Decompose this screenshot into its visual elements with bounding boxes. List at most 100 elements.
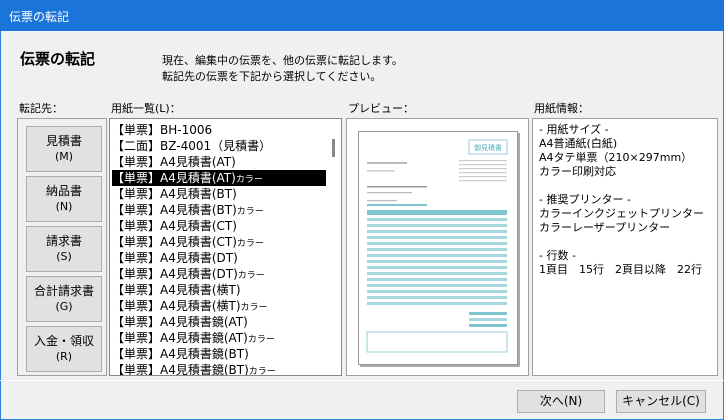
paper-list[interactable]: 【単票】BH-1006 【二面】BZ-4001（見積書） 【単票】A4見積書(A… bbox=[109, 118, 342, 376]
info-line: カラーインクジェットプリンター bbox=[539, 207, 704, 220]
info-line: A4タテ単票（210×297mm） bbox=[539, 151, 693, 164]
info-line: 1頁目 15行 2頁目以降 22行 bbox=[539, 263, 702, 276]
list-item-text: 【単票】A4見積書(DT) bbox=[112, 251, 238, 265]
list-item[interactable]: 【単票】A4見積書(BT) bbox=[112, 186, 327, 202]
preview-text-line bbox=[459, 164, 507, 166]
paper-list-label: 用紙一覧(L)： bbox=[111, 102, 181, 115]
list-item-text: 【単票】A4見積書(BT) bbox=[112, 187, 237, 201]
preview-row bbox=[367, 242, 507, 245]
window-title: 伝票の転記 bbox=[9, 10, 70, 24]
preview-subtotal bbox=[469, 312, 507, 315]
list-scrollbar[interactable] bbox=[326, 119, 341, 375]
list-item-color-tag: カラー bbox=[236, 239, 264, 249]
preview-row bbox=[367, 260, 507, 263]
next-button[interactable]: 次へ(N) bbox=[517, 390, 605, 413]
list-item-text: 【単票】A4見積書(CT) bbox=[112, 235, 237, 249]
preview-tax bbox=[469, 318, 507, 321]
list-item[interactable]: 【単票】A4見積書(DT)カラー bbox=[112, 266, 327, 282]
destination-total-invoice-label: 合計請求書 bbox=[33, 284, 94, 298]
info-line: カラー印刷対応 bbox=[539, 165, 616, 178]
preview-row bbox=[367, 218, 507, 221]
paper-info-panel: - 用紙サイズ - A4普通紙(白紙) A4タテ単票（210×297mm） カラ… bbox=[532, 118, 718, 376]
preview-doc-title: 御見積書 bbox=[474, 143, 502, 152]
preview-row bbox=[367, 266, 507, 269]
preview-notes-box bbox=[366, 331, 508, 353]
list-item[interactable]: 【単票】BH-1006 bbox=[112, 122, 327, 138]
list-item[interactable]: 【単票】A4見積書(DT) bbox=[112, 250, 327, 266]
preview-row bbox=[367, 236, 507, 239]
list-item[interactable]: 【単票】A4見積書(横T) bbox=[112, 282, 327, 298]
destination-invoice-accel: (S) bbox=[56, 250, 72, 263]
preview-panel: 御見積書 bbox=[346, 118, 529, 376]
list-item[interactable]: 【単票】A4見積書鏡(AT) bbox=[112, 314, 327, 330]
preview-text-line bbox=[367, 170, 395, 172]
destination-panel: 見積書 (M) 納品書 (N) 請求書 (S) 合計請求書 (G) 入金・領収 … bbox=[17, 118, 107, 376]
list-item-text: 【単票】A4見積書(CT) bbox=[112, 219, 237, 233]
list-item-color-tag: カラー bbox=[236, 207, 264, 217]
cancel-button[interactable]: キャンセル(C) bbox=[616, 390, 706, 413]
list-item-text: 【単票】A4見積書鏡(BT) bbox=[112, 363, 249, 376]
preview-document-image: 御見積書 bbox=[366, 139, 508, 353]
info-line: - 用紙サイズ - bbox=[539, 123, 609, 136]
destination-receipt-label: 入金・領収 bbox=[33, 334, 94, 348]
destination-total-invoice-button[interactable]: 合計請求書 (G) bbox=[26, 276, 102, 322]
list-item[interactable]: 【単票】A4見積書(CT)カラー bbox=[112, 234, 327, 250]
preview-row bbox=[367, 248, 507, 251]
preview-client-line bbox=[367, 162, 407, 164]
list-item-text: 【単票】A4見積書鏡(AT) bbox=[112, 331, 248, 345]
preview-row bbox=[367, 290, 507, 293]
destination-estimate-label: 見積書 bbox=[45, 134, 82, 148]
preview-row bbox=[367, 278, 507, 281]
dialog-heading: 伝票の転記 bbox=[20, 50, 96, 68]
list-item[interactable]: 【単票】A4見積書鏡(AT)カラー bbox=[112, 330, 327, 346]
info-line: A4普通紙(白紙) bbox=[539, 137, 618, 150]
list-item-color-tag: カラー bbox=[237, 271, 265, 281]
destination-delivery-button[interactable]: 納品書 (N) bbox=[26, 176, 102, 222]
preview-total bbox=[469, 324, 507, 327]
list-item-text: 【単票】BH-1006 bbox=[112, 123, 213, 137]
list-item-selected[interactable]: 【単票】A4見積書(AT)カラー bbox=[112, 170, 327, 186]
list-item[interactable]: 【単票】A4見積書(CT) bbox=[112, 218, 327, 234]
list-item-text: 【単票】A4見積書(AT) bbox=[112, 155, 236, 169]
destination-total-invoice-accel: (G) bbox=[55, 300, 73, 313]
preview-label: プレビュー： bbox=[348, 102, 414, 115]
list-item[interactable]: 【単票】A4見積書(BT)カラー bbox=[112, 202, 327, 218]
preview-row bbox=[367, 224, 507, 227]
list-item[interactable]: 【単票】A4見積書鏡(BT) bbox=[112, 346, 327, 362]
list-item-color-tag: カラー bbox=[235, 175, 263, 185]
info-line bbox=[539, 235, 711, 249]
preview-row bbox=[367, 272, 507, 275]
list-item[interactable]: 【二面】BZ-4001（見積書） bbox=[112, 138, 327, 154]
description-line-1: 現在、編集中の伝票を、他の伝票に転記します。 bbox=[162, 54, 403, 67]
list-item-color-tag: カラー bbox=[247, 335, 275, 345]
preview-total-bar bbox=[367, 204, 427, 206]
preview-text-line bbox=[459, 160, 507, 162]
info-line: - 推奨プリンター - bbox=[539, 193, 631, 206]
scrollbar-thumb[interactable] bbox=[332, 139, 335, 157]
info-line: カラーレーザープリンター bbox=[539, 221, 671, 234]
list-item-text: 【単票】A4見積書鏡(AT) bbox=[112, 315, 248, 329]
list-item-color-tag: カラー bbox=[248, 367, 276, 376]
list-item-text: 【単票】A4見積書(AT) bbox=[112, 171, 236, 185]
destination-invoice-label: 請求書 bbox=[45, 234, 82, 248]
destination-invoice-button[interactable]: 請求書 (S) bbox=[26, 226, 102, 272]
list-item-text: 【二面】BZ-4001（見積書） bbox=[112, 139, 272, 153]
preview-text-line bbox=[459, 172, 507, 174]
info-line: - 行数 - bbox=[539, 249, 576, 262]
list-item[interactable]: 【単票】A4見積書(横T)カラー bbox=[112, 298, 327, 314]
preview-text-line bbox=[459, 176, 507, 178]
destination-delivery-accel: (N) bbox=[55, 200, 73, 213]
destination-receipt-button[interactable]: 入金・領収 (R) bbox=[26, 326, 102, 372]
preview-row bbox=[367, 284, 507, 287]
preview-text-line bbox=[367, 200, 397, 202]
list-item[interactable]: 【単票】A4見積書鏡(BT)カラー bbox=[112, 362, 327, 376]
destination-estimate-button[interactable]: 見積書 (M) bbox=[26, 126, 102, 172]
destination-delivery-label: 納品書 bbox=[45, 184, 82, 198]
list-item-text: 【単票】A4見積書(DT) bbox=[112, 267, 238, 281]
preview-text-line bbox=[367, 186, 427, 188]
list-item-text: 【単票】A4見積書(横T) bbox=[112, 299, 241, 313]
list-item[interactable]: 【単票】A4見積書(AT) bbox=[112, 154, 327, 170]
footer-divider bbox=[0, 380, 724, 381]
preview-row bbox=[367, 302, 507, 305]
list-item-color-tag: カラー bbox=[240, 303, 268, 313]
